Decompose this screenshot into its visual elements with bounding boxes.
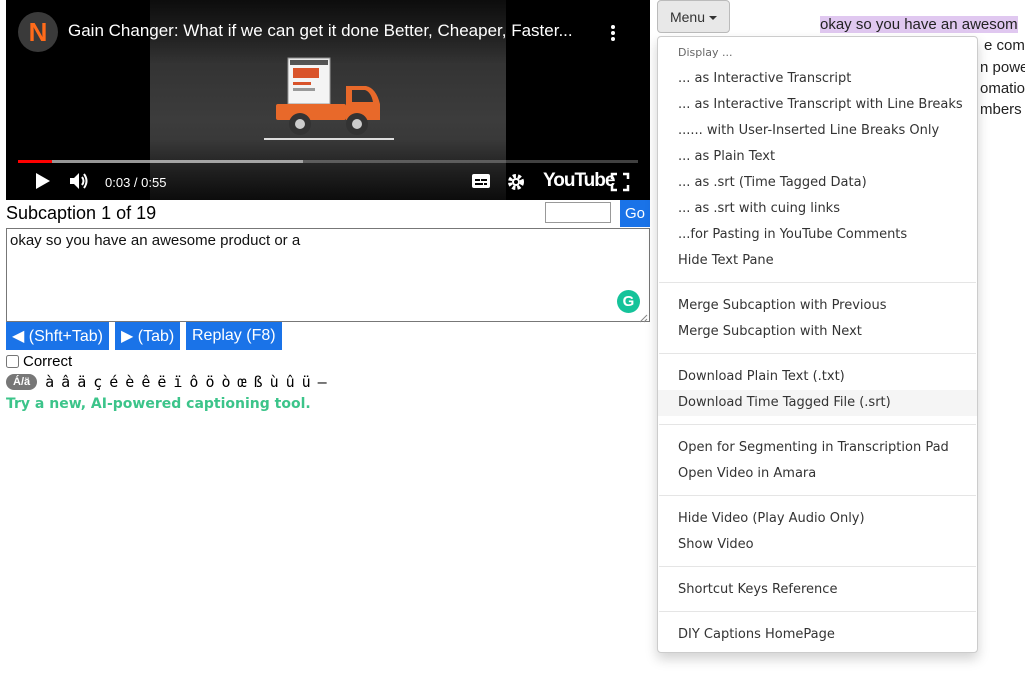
correct-label: Correct [23, 353, 73, 370]
char-button[interactable]: è [125, 373, 134, 391]
char-button[interactable]: û [286, 373, 295, 391]
menu-item-srt-cuing-links[interactable]: ... as .srt with cuing links [658, 196, 977, 222]
menu-item-show-video[interactable]: Show Video [658, 532, 977, 558]
replay-button[interactable]: Replay (F8) [186, 322, 282, 350]
video-title[interactable]: Gain Changer: What if we can get it done… [68, 21, 573, 41]
char-button[interactable]: ü [302, 373, 311, 391]
menu-item-merge-previous[interactable]: Merge Subcaption with Previous [658, 293, 977, 319]
menu-dropdown: Display ... ... as Interactive Transcrip… [657, 36, 978, 653]
transcript-line[interactable]: mbers [980, 101, 1022, 118]
char-button[interactable]: – [318, 373, 327, 391]
menu-item-interactive-transcript[interactable]: ... as Interactive Transcript [658, 66, 977, 92]
char-button[interactable]: â [61, 373, 70, 391]
menu-divider [659, 353, 976, 354]
menu-item-plain-text[interactable]: ... as Plain Text [658, 144, 977, 170]
char-button[interactable]: é [109, 373, 118, 391]
progress-buffered [18, 160, 304, 163]
goto-subcaption-input[interactable] [545, 202, 611, 223]
char-button[interactable]: ï [173, 373, 182, 391]
resize-handle-icon[interactable] [638, 310, 648, 323]
ai-captioning-link[interactable]: Try a new, AI-powered captioning tool. [6, 396, 311, 412]
menu-item-youtube-comments[interactable]: ...for Pasting in YouTube Comments [658, 222, 977, 248]
progress-played [18, 160, 53, 163]
channel-logo[interactable]: N [18, 12, 58, 52]
transcript-line[interactable]: omation [980, 80, 1025, 97]
menu-item-merge-next[interactable]: Merge Subcaption with Next [658, 319, 977, 345]
menu-divider [659, 282, 976, 283]
char-button[interactable]: ò [221, 373, 230, 391]
subcaption-counter: Subcaption 1 of 19 [6, 203, 157, 223]
subtitles-icon[interactable] [471, 173, 491, 194]
youtube-logo[interactable]: YouTube [543, 170, 615, 192]
menu-item-open-amara[interactable]: Open Video in Amara [658, 461, 977, 487]
video-player[interactable]: N Gain Changer: What if we can get it do… [6, 0, 650, 200]
special-characters-bar: Á/ä à â ä ç é è ê ë ï ô ö ò œ ß ù û ü – [6, 373, 334, 391]
channel-logo-letter: N [28, 16, 48, 47]
grammarly-icon[interactable]: G [617, 290, 640, 313]
menu-item-shortcut-keys[interactable]: Shortcut Keys Reference [658, 577, 977, 603]
menu-button-label: Menu [669, 8, 706, 25]
caption-textarea[interactable]: okay so you have an awesome product or a [6, 228, 650, 322]
more-options-icon[interactable] [606, 22, 620, 44]
menu-item-user-line-breaks[interactable]: ...... with User-Inserted Line Breaks On… [658, 118, 977, 144]
transcript-line-current[interactable]: okay so you have an awesom [820, 16, 1018, 33]
menu-item-hide-text-pane[interactable]: Hide Text Pane [658, 248, 977, 274]
char-button[interactable]: œ [238, 373, 247, 391]
volume-icon[interactable] [68, 171, 92, 196]
char-button[interactable]: ê [141, 373, 150, 391]
menu-divider [659, 424, 976, 425]
play-icon[interactable] [32, 171, 52, 196]
char-button[interactable]: ô [189, 373, 198, 391]
truck-illustration [262, 56, 402, 147]
menu-item-download-txt[interactable]: Download Plain Text (.txt) [658, 364, 977, 390]
menu-item-transcription-pad[interactable]: Open for Segmenting in Transcription Pad [658, 435, 977, 461]
char-button[interactable]: ä [77, 373, 86, 391]
char-button[interactable]: ë [157, 373, 166, 391]
menu-divider [659, 611, 976, 612]
fullscreen-icon[interactable] [610, 172, 630, 197]
menu-item-download-srt[interactable]: Download Time Tagged File (.srt) [658, 390, 977, 416]
caret-down-icon [709, 15, 718, 20]
settings-gear-icon[interactable] [506, 172, 526, 197]
next-subcaption-button[interactable]: ▶ (Tab) [115, 322, 181, 350]
menu-item-diy-homepage[interactable]: DIY Captions HomePage [658, 622, 977, 648]
menu-item-hide-video[interactable]: Hide Video (Play Audio Only) [658, 506, 977, 532]
correct-checkbox[interactable] [6, 355, 19, 368]
char-button[interactable]: ç [93, 373, 102, 391]
previous-subcaption-button[interactable]: ◀ (Shft+Tab) [6, 322, 110, 350]
transcript-line[interactable]: e come [984, 37, 1025, 54]
char-button[interactable]: ß [254, 373, 263, 391]
menu-divider [659, 566, 976, 567]
time-display: 0:03 / 0:55 [105, 175, 167, 190]
transcript-line[interactable]: n power [980, 59, 1025, 76]
char-button[interactable]: ö [205, 373, 214, 391]
go-button[interactable]: Go [620, 200, 650, 227]
menu-divider [659, 495, 976, 496]
progress-bar[interactable] [18, 160, 638, 163]
correct-toggle[interactable]: Correct [6, 353, 72, 370]
menu-item-srt[interactable]: ... as .srt (Time Tagged Data) [658, 170, 977, 196]
case-toggle-badge[interactable]: Á/ä [6, 374, 38, 390]
char-button[interactable]: ù [270, 373, 279, 391]
menu-item-interactive-transcript-line-breaks[interactable]: ... as Interactive Transcript with Line … [658, 92, 977, 118]
menu-button[interactable]: Menu [657, 0, 730, 33]
menu-header-display: Display ... [678, 46, 733, 59]
char-button[interactable]: à [45, 373, 54, 391]
